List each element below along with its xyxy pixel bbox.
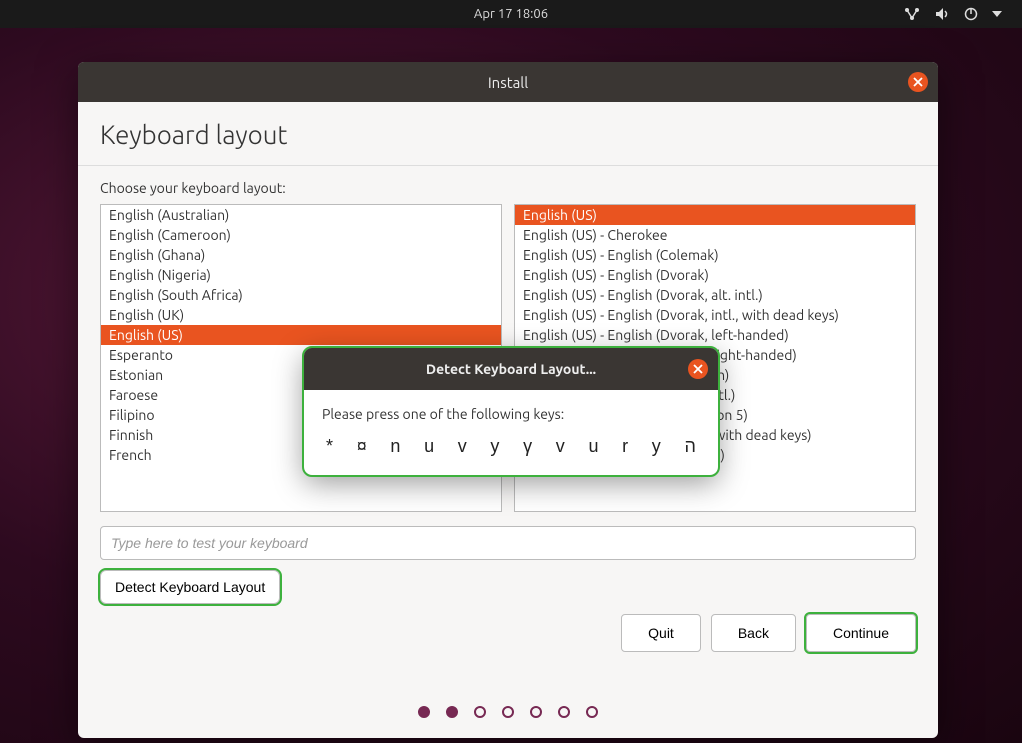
list-item[interactable]: English (UK) <box>101 305 501 325</box>
window-close-button[interactable] <box>908 72 928 92</box>
list-item[interactable]: English (Nigeria) <box>101 265 501 285</box>
key-option[interactable]: u <box>424 436 434 457</box>
page-title: Keyboard layout <box>100 120 916 149</box>
list-item[interactable]: English (South Africa) <box>101 285 501 305</box>
list-item[interactable]: English (US) - Cherokee <box>515 225 915 245</box>
dialog-close-button[interactable] <box>688 359 708 379</box>
step-dot <box>446 706 458 718</box>
step-dot <box>474 706 486 718</box>
clock: Apr 17 18:06 <box>474 7 548 21</box>
key-option[interactable]: y <box>652 436 661 457</box>
list-item[interactable]: English (US) <box>101 325 501 345</box>
window-titlebar: Install <box>78 62 938 102</box>
step-dot <box>586 706 598 718</box>
progress-dots <box>78 706 938 718</box>
window-title: Install <box>488 74 528 91</box>
detect-keyboard-button[interactable]: Detect Keyboard Layout <box>100 570 280 604</box>
divider <box>78 165 938 166</box>
dialog-title: Detect Keyboard Layout... <box>426 361 596 377</box>
step-dot <box>558 706 570 718</box>
dialog-titlebar: Detect Keyboard Layout... <box>304 348 718 390</box>
key-option[interactable]: ¤ <box>357 436 367 457</box>
system-topbar: Apr 17 18:06 <box>0 0 1022 28</box>
layout-prompt: Choose your keyboard layout: <box>100 180 916 196</box>
back-button[interactable]: Back <box>711 614 796 652</box>
key-options: * ¤ n u v y γ v u r y ה <box>322 436 700 457</box>
key-option[interactable]: v <box>458 436 467 457</box>
detect-keyboard-dialog: Detect Keyboard Layout... Please press o… <box>304 348 718 475</box>
list-item[interactable]: English (US) - English (Colemak) <box>515 245 915 265</box>
key-option[interactable]: y <box>490 436 499 457</box>
key-option[interactable]: ה <box>684 436 695 457</box>
key-option[interactable]: v <box>556 436 565 457</box>
key-option[interactable]: γ <box>523 436 532 457</box>
key-option[interactable]: u <box>588 436 598 457</box>
key-option[interactable]: r <box>622 436 628 457</box>
list-item[interactable]: English (Cameroon) <box>101 225 501 245</box>
volume-icon[interactable] <box>934 7 950 21</box>
list-item[interactable]: English (Ghana) <box>101 245 501 265</box>
power-icon[interactable] <box>964 7 978 21</box>
network-icon[interactable] <box>904 7 920 21</box>
list-item[interactable]: English (US) - English (Dvorak, alt. int… <box>515 285 915 305</box>
key-option[interactable]: * <box>326 436 333 457</box>
step-dot <box>530 706 542 718</box>
key-option[interactable]: n <box>390 436 400 457</box>
list-item[interactable]: English (US) - English (Dvorak, intl., w… <box>515 305 915 325</box>
keyboard-test-input[interactable] <box>100 526 916 560</box>
list-item[interactable]: English (US) - English (Dvorak) <box>515 265 915 285</box>
dropdown-icon[interactable] <box>992 11 1002 17</box>
list-item[interactable]: English (Australian) <box>101 205 501 225</box>
list-item[interactable]: English (US) - English (Dvorak, left-han… <box>515 325 915 345</box>
list-item[interactable]: English (US) <box>515 205 915 225</box>
continue-button[interactable]: Continue <box>806 614 916 652</box>
status-icons <box>904 7 1002 21</box>
step-dot <box>502 706 514 718</box>
quit-button[interactable]: Quit <box>621 614 701 652</box>
step-dot <box>418 706 430 718</box>
dialog-message: Please press one of the following keys: <box>322 406 700 422</box>
